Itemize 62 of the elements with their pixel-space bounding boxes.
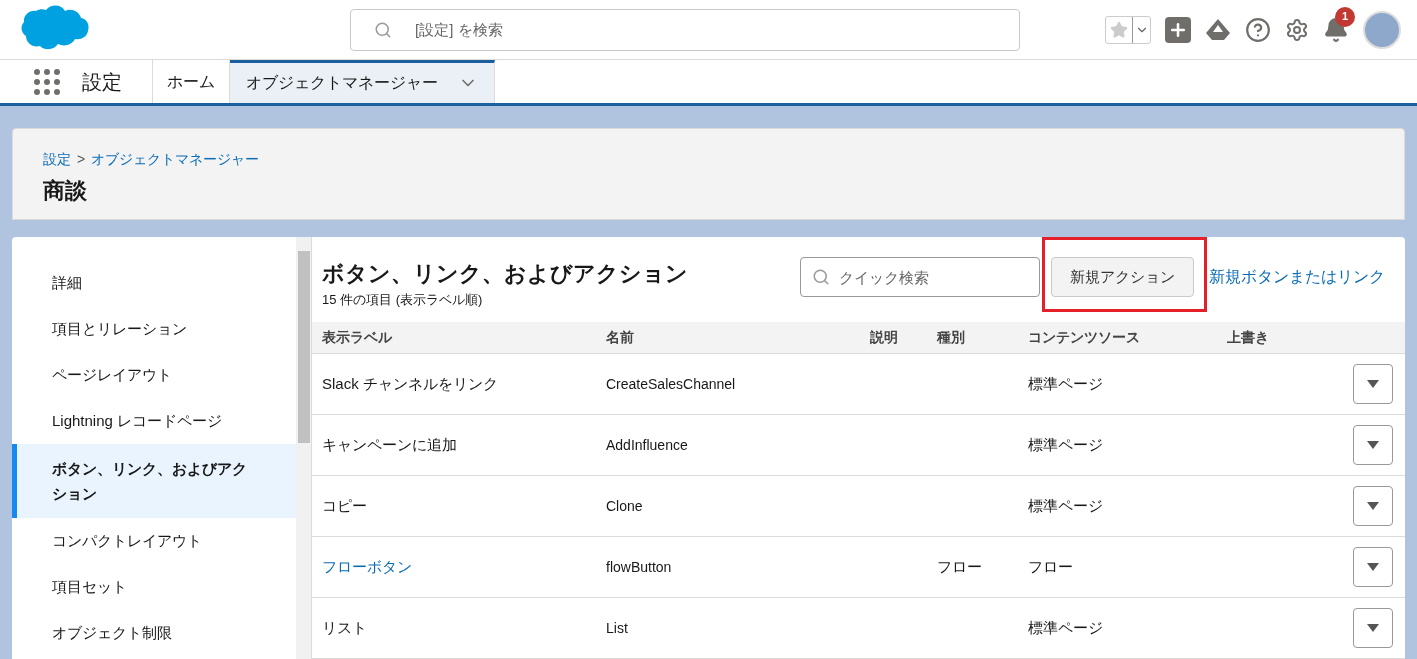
caret-icon: [1367, 624, 1379, 632]
star-icon: [1110, 20, 1128, 39]
table-cell: AddInfluence: [606, 436, 688, 453]
row-menu-button[interactable]: [1353, 364, 1393, 404]
app-launcher-icon[interactable]: [34, 68, 60, 95]
add-button[interactable]: [1165, 16, 1191, 43]
settings-icon[interactable]: [1285, 17, 1309, 42]
table-cell: 標準ページ: [1028, 618, 1103, 636]
breadcrumb-separator: >: [77, 150, 86, 169]
table-cell: Clone: [606, 497, 643, 514]
table-cell: Slack チャンネルをリンク: [322, 374, 498, 392]
breadcrumb-link[interactable]: 設定: [43, 149, 71, 170]
table-cell: 標準ページ: [1028, 374, 1103, 392]
sidebar-item[interactable]: Lightning レコードページ: [12, 398, 296, 444]
search-icon: [812, 268, 830, 286]
row-menu-button[interactable]: [1353, 486, 1393, 526]
column-header: 上書き: [1227, 328, 1270, 348]
row-menu-button[interactable]: [1353, 425, 1393, 465]
favorites-button[interactable]: [1105, 15, 1151, 44]
caret-icon: [1367, 502, 1379, 510]
search-icon: [374, 20, 392, 39]
section-title: ボタン、リンク、およびアクション: [322, 260, 689, 288]
quick-search-field[interactable]: クイック検索: [800, 257, 1040, 297]
app-name: 設定: [82, 69, 122, 95]
record-link[interactable]: フローボタン: [322, 557, 412, 575]
table-cell: リスト: [322, 618, 367, 636]
caret-icon: [1367, 563, 1379, 571]
item-count: 15 件の項目 (表示ラベル順): [322, 291, 484, 309]
caret-icon: [1367, 441, 1379, 449]
table-cell: 標準ページ: [1028, 435, 1103, 453]
table-cell: flowButton: [606, 558, 672, 575]
sidebar-item[interactable]: オブジェクト制限: [12, 610, 296, 656]
action-button[interactable]: 新規アクション: [1051, 257, 1194, 297]
search-field[interactable]: [設定] を検索: [350, 8, 1020, 51]
column-header: コンテンツソース: [1028, 328, 1141, 348]
row-menu-button[interactable]: [1353, 547, 1393, 587]
column-header: 名前: [605, 328, 635, 348]
sidebar-item[interactable]: 項目とリレーション: [12, 306, 296, 352]
table-cell: List: [606, 619, 628, 636]
table-cell: フロー: [937, 557, 982, 575]
table-cell: コピー: [322, 496, 367, 514]
column-header: 説明: [869, 328, 899, 348]
table-cell: CreateSalesChannel: [606, 375, 736, 392]
table-cell: 標準ページ: [1028, 496, 1103, 514]
notification-count: 1: [1335, 6, 1355, 27]
sidebar-item[interactable]: ページレイアウト: [12, 352, 296, 398]
breadcrumb-link[interactable]: オブジェクトマネージャー: [91, 149, 260, 170]
table-cell: キャンペーンに追加: [322, 435, 457, 453]
link-button[interactable]: 新規ボタンまたはリンク: [1199, 257, 1395, 297]
column-header: 種別: [937, 328, 966, 348]
nav-tab[interactable]: オブジェクトマネージャー: [230, 60, 495, 103]
help-icon[interactable]: [1245, 16, 1271, 43]
page-title: 商談: [43, 177, 88, 205]
caret-icon: [1367, 380, 1379, 388]
column-header: 表示ラベル: [321, 328, 393, 348]
sidebar-item[interactable]: ボタン、リンク、およびアクション: [12, 444, 296, 518]
table-cell: フロー: [1028, 557, 1073, 575]
scrollbar[interactable]: [296, 237, 311, 659]
sidebar-item[interactable]: 詳細: [12, 260, 296, 306]
row-menu-button[interactable]: [1353, 608, 1393, 648]
sidebar-item[interactable]: コンパクトレイアウト: [12, 518, 296, 564]
sidebar-item[interactable]: 項目セット: [12, 564, 296, 610]
